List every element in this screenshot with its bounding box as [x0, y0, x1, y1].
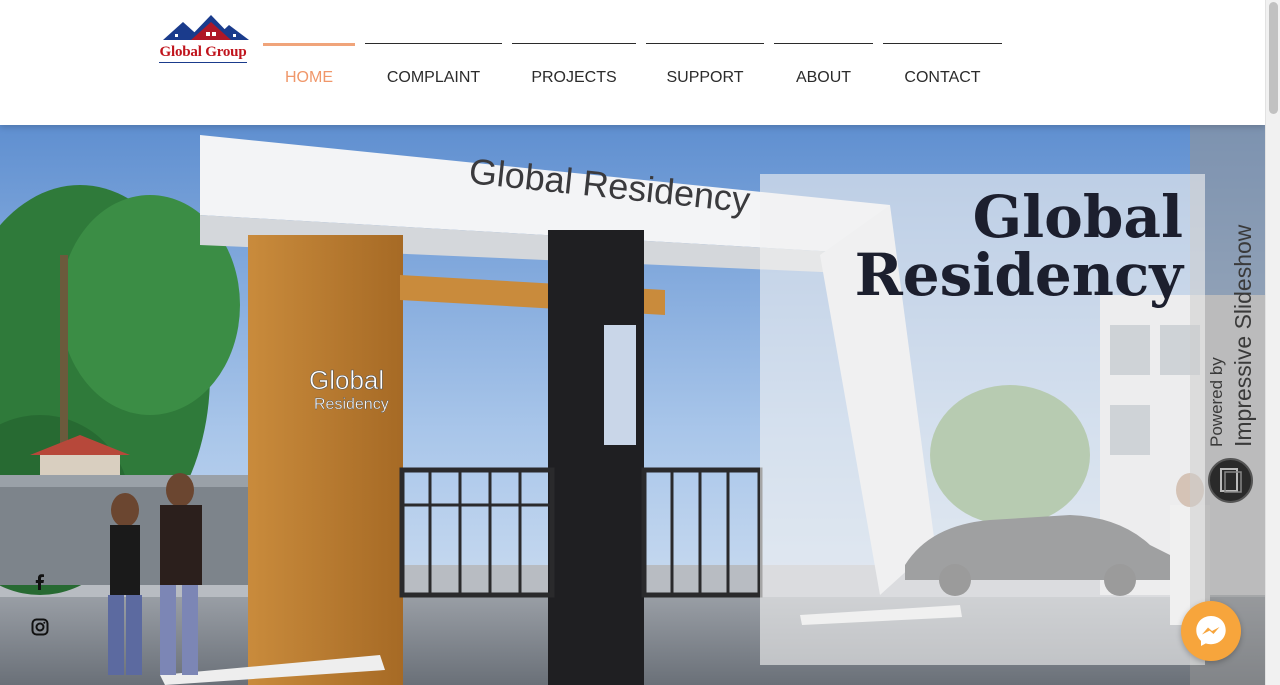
scrollbar-thumb[interactable] [1269, 2, 1278, 114]
nav-complaint[interactable]: COMPLAINT [365, 43, 502, 93]
nav-contact[interactable]: CONTACT [883, 43, 1002, 93]
hero-title-line2: Residency [854, 241, 1183, 309]
site-header: Global Group HOME COMPLAINT PROJECTS SUP… [0, 0, 1265, 125]
nav-support[interactable]: SUPPORT [646, 43, 764, 93]
global-group-logo[interactable]: Global Group [153, 10, 253, 68]
facebook-icon[interactable] [30, 572, 50, 592]
impressive-slideshow-icon[interactable] [1208, 458, 1253, 503]
instagram-icon[interactable] [30, 617, 50, 637]
messenger-icon [1196, 616, 1226, 646]
page-scrollbar[interactable] [1265, 0, 1280, 685]
nav-projects[interactable]: PROJECTS [512, 43, 636, 93]
hero-title-panel: Global Residency [760, 174, 1205, 665]
pillar-text-line2: Residency [314, 396, 389, 413]
impressive-slideshow-text[interactable]: Impressive Slideshow [1230, 225, 1257, 447]
hero-slideshow[interactable]: Global Residency Global Residency Global… [0, 125, 1265, 685]
powered-by-text: Powered by [1207, 357, 1226, 447]
logo-text: Global Group [159, 44, 247, 60]
pillar-text-line1: Global [309, 365, 384, 395]
nav-about[interactable]: ABOUT [774, 43, 873, 93]
nav-home[interactable]: HOME [263, 43, 355, 93]
messenger-chat-button[interactable] [1181, 601, 1241, 661]
hero-title-line1: Global [972, 183, 1183, 251]
logo-underline [159, 62, 247, 65]
hero-title: Global Residency [763, 188, 1183, 304]
